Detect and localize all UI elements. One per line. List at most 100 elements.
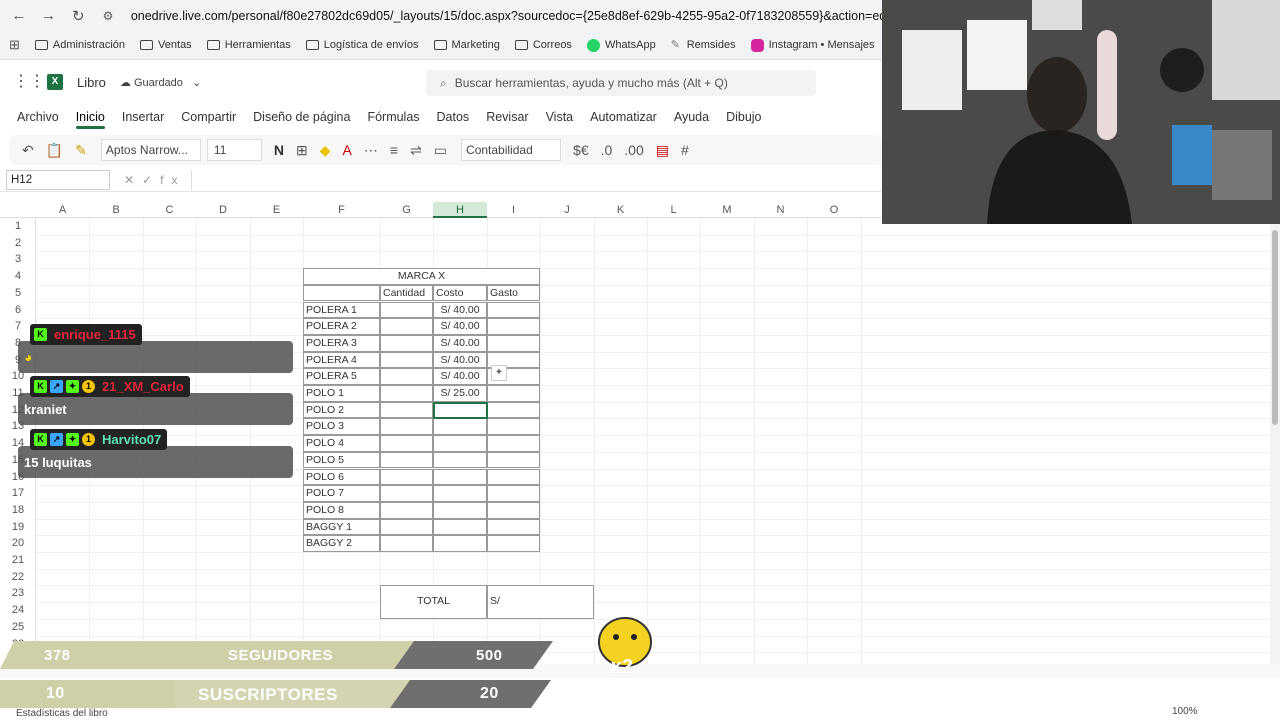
costo-cell[interactable]: S/ 25.00 (433, 385, 487, 402)
app-launcher-icon[interactable]: ⋮⋮ (13, 74, 45, 90)
file-name[interactable]: Libro (77, 75, 106, 90)
row-header-4[interactable]: 4 (0, 268, 36, 285)
header-blank-cell[interactable] (303, 284, 380, 302)
fx-icon[interactable]: ✕✓fx (124, 173, 185, 187)
cantidad-cell[interactable] (380, 385, 433, 402)
tab-vista[interactable]: Vista (546, 104, 574, 130)
row-header-2[interactable]: 2 (0, 235, 36, 252)
item-name-cell[interactable]: POLO 8 (303, 501, 380, 519)
tab-insertar[interactable]: Insertar (122, 104, 164, 130)
borders-icon[interactable]: ⊞ (296, 142, 308, 159)
cantidad-cell[interactable] (380, 535, 433, 552)
row-header-3[interactable]: 3 (0, 251, 36, 268)
column-header-o[interactable]: O (807, 202, 861, 218)
costo-cell[interactable]: S/ 40.00 (433, 318, 487, 335)
item-name-cell[interactable]: POLERA 2 (303, 318, 380, 335)
column-header-f[interactable]: F (303, 202, 380, 218)
row-header-23[interactable]: 23 (0, 585, 36, 602)
cantidad-cell[interactable] (380, 401, 433, 419)
column-header-m[interactable]: M (700, 202, 754, 218)
forward-icon[interactable]: → (38, 7, 60, 24)
cantidad-cell[interactable] (380, 418, 433, 436)
gasto-cell[interactable] (487, 501, 540, 519)
item-name-cell[interactable]: POLERA 1 (303, 301, 380, 319)
costo-cell[interactable] (433, 535, 487, 552)
format-painter-icon[interactable]: ✎ (75, 142, 87, 159)
save-status[interactable]: ☁ Guardado ⌄ (120, 76, 201, 89)
item-name-cell[interactable]: POLERA 5 (303, 368, 380, 385)
cantidad-cell[interactable] (380, 501, 433, 519)
increase-decimal-icon[interactable]: .00 (624, 142, 643, 158)
costo-cell[interactable]: S/ 40.00 (433, 301, 487, 319)
cantidad-cell[interactable] (380, 301, 433, 319)
gasto-cell[interactable] (487, 385, 540, 402)
column-header-h[interactable]: H (433, 202, 487, 218)
decrease-decimal-icon[interactable]: .0 (601, 142, 613, 158)
cantidad-cell[interactable] (380, 351, 433, 369)
bookmark-herramientas[interactable]: Herramientas (206, 39, 291, 51)
column-header-e[interactable]: E (250, 202, 303, 218)
gasto-cell[interactable] (487, 535, 540, 552)
bookmark-remsides[interactable]: ✎ Remsides (671, 39, 736, 51)
search-box[interactable]: ⌕ Buscar herramientas, ayuda y mucho más… (426, 70, 816, 96)
fill-color-icon[interactable]: ◆ (320, 142, 331, 159)
cantidad-cell[interactable] (380, 318, 433, 335)
more-options-icon[interactable]: ⋯ (364, 142, 378, 159)
paste-icon[interactable]: 📋 (46, 142, 63, 159)
scroll-thumb[interactable] (1272, 230, 1278, 425)
tab-datos[interactable]: Datos (437, 104, 470, 130)
costo-cell[interactable] (433, 435, 487, 452)
url-text[interactable]: onedrive.live.com/personal/f80e27802dc69… (131, 9, 882, 23)
tab-automatizar[interactable]: Automatizar (590, 104, 657, 130)
row-header-17[interactable]: 17 (0, 485, 36, 502)
item-name-cell[interactable]: POLERA 3 (303, 334, 380, 352)
gasto-cell[interactable] (487, 485, 540, 502)
row-header-6[interactable]: 6 (0, 302, 36, 319)
column-header-b[interactable]: B (89, 202, 143, 218)
column-header-d[interactable]: D (196, 202, 250, 218)
gasto-cell[interactable] (487, 468, 540, 486)
gasto-cell[interactable] (487, 451, 540, 469)
undo-icon[interactable]: ↶ (22, 142, 34, 159)
site-info-icon[interactable]: ⚙ (97, 9, 119, 23)
costo-cell[interactable] (433, 468, 487, 486)
tab-diseno-pagina[interactable]: Diseño de página (253, 104, 350, 130)
bookmark-logistica[interactable]: Logística de envíos (305, 39, 419, 51)
item-name-cell[interactable]: POLO 1 (303, 385, 380, 402)
costo-cell[interactable]: S/ 40.00 (433, 351, 487, 369)
item-name-cell[interactable]: POLO 6 (303, 468, 380, 486)
gasto-cell[interactable] (487, 418, 540, 436)
cantidad-cell[interactable] (380, 518, 433, 536)
row-header-18[interactable]: 18 (0, 502, 36, 519)
item-name-cell[interactable]: POLO 2 (303, 401, 380, 419)
column-header-c[interactable]: C (143, 202, 196, 218)
reload-icon[interactable]: ↻ (67, 7, 89, 25)
row-header-20[interactable]: 20 (0, 535, 36, 552)
cantidad-cell[interactable] (380, 451, 433, 469)
tab-formulas[interactable]: Fórmulas (367, 104, 419, 130)
workbook-statistics[interactable]: Estadísticas del libro (16, 708, 108, 719)
header-cell-2[interactable]: Gasto (487, 284, 540, 302)
column-header-a[interactable]: A (36, 202, 89, 218)
gasto-cell[interactable] (487, 518, 540, 536)
cantidad-cell[interactable] (380, 334, 433, 352)
costo-cell[interactable] (433, 451, 487, 469)
tab-ayuda[interactable]: Ayuda (674, 104, 709, 130)
spreadsheet-grid[interactable]: MARCA X Cantidad Costo Gasto POLERA 1 S/ 40.0… (36, 218, 1270, 664)
row-header-19[interactable]: 19 (0, 519, 36, 536)
column-header-n[interactable]: N (754, 202, 807, 218)
column-header-g[interactable]: G (380, 202, 433, 218)
tab-inicio[interactable]: Inicio (75, 104, 106, 130)
formula-input[interactable] (191, 169, 882, 190)
costo-cell[interactable] (433, 501, 487, 519)
font-size-select[interactable]: 11 (206, 139, 262, 161)
align-icon[interactable]: ≡ (390, 142, 398, 158)
bookmark-whatsapp[interactable]: WhatsApp (586, 38, 656, 52)
gasto-cell[interactable] (487, 435, 540, 452)
column-header-k[interactable]: K (594, 202, 647, 218)
header-cell-0[interactable]: Cantidad (380, 284, 433, 302)
column-header-j[interactable]: J (540, 202, 594, 218)
font-color-icon[interactable]: A (343, 142, 352, 158)
gasto-cell[interactable] (487, 301, 540, 319)
row-header-5[interactable]: 5 (0, 285, 36, 302)
